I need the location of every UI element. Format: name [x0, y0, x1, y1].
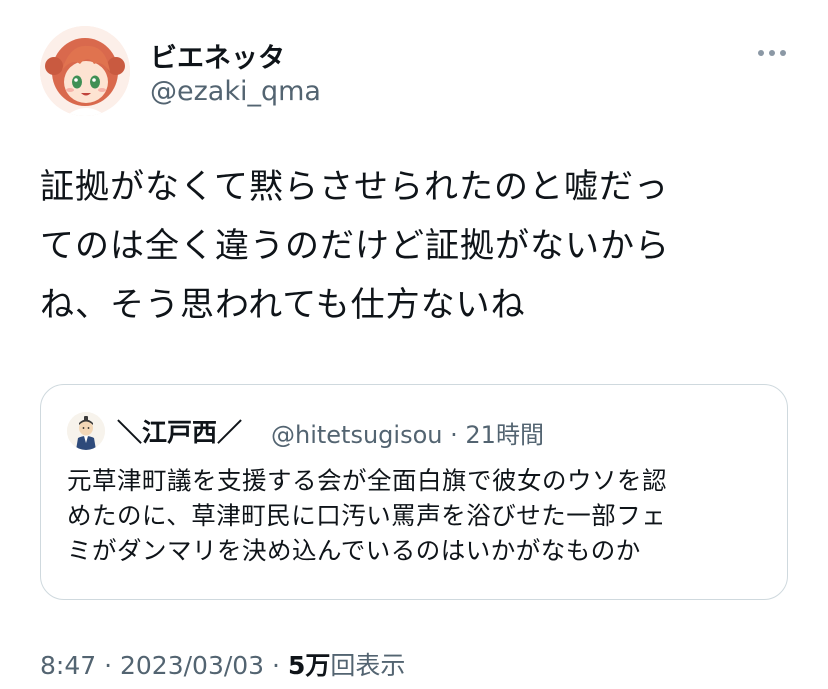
quoted-author-display-name[interactable]: ＼江戸西／ [117, 413, 242, 449]
tweet-time[interactable]: 8:47 [40, 651, 96, 680]
author-handle[interactable]: @ezaki_qma [150, 76, 321, 107]
author-display-name[interactable]: ビエネッタ [150, 36, 285, 75]
meta-separator: · [104, 651, 113, 680]
quoted-tweet-card[interactable]: ＼江戸西／ @hitetsugisou · 21時間 元草津町議を支援する会が全… [40, 384, 788, 600]
views-label: 回表示 [330, 651, 406, 680]
samurai-avatar-image [67, 412, 105, 450]
tweet-date[interactable]: 2023/03/03 [120, 651, 264, 680]
author-avatar[interactable] [40, 26, 130, 116]
quoted-author-avatar[interactable] [67, 412, 105, 450]
tweet: ビエネッタ @ezaki_qma 証拠がなくて黙らさせられたのと嘘だっ てのは全… [0, 0, 828, 689]
views-count: 5万 [287, 651, 331, 680]
tweet-text-line: てのは全く違うのだけど証拠がないから [40, 226, 670, 266]
tweet-text: 証拠がなくて黙らさせられたのと嘘だっ てのは全く違うのだけど証拠がないから ね、… [40, 158, 800, 335]
tweet-text-line: ね、そう思われても仕方ないね [40, 285, 526, 325]
quoted-time-ago[interactable]: 21時間 [465, 421, 544, 449]
anime-girl-avatar-image [40, 26, 130, 116]
more-dot [769, 50, 775, 56]
more-dot [780, 50, 786, 56]
quoted-author-handle[interactable]: @hitetsugisou [271, 421, 442, 449]
quoted-tweet-text: 元草津町議を支援する会が全面白旗で彼女のウソを認 めたのに、草津町民に口汚い罵声… [67, 463, 767, 568]
more-dot [758, 50, 764, 56]
more-dots-icon[interactable] [752, 38, 792, 68]
meta-separator: · [272, 651, 280, 680]
tweet-meta: 8:47 · 2023/03/03 · 5万回表示 [40, 646, 405, 682]
quoted-separator: · [450, 421, 458, 449]
quoted-text-line: ミがダンマリを決め込んでいるのはいかがなものか [67, 536, 641, 565]
tweet-text-line: 証拠がなくて黙らさせられたのと嘘だっ [40, 167, 669, 207]
quoted-text-line: 元草津町議を支援する会が全面白旗で彼女のウソを認 [67, 466, 667, 495]
quoted-author-meta: @hitetsugisou · 21時間 [271, 415, 544, 450]
quoted-text-line: めたのに、草津町民に口汚い罵声を浴びせた一部フェ [67, 501, 667, 530]
